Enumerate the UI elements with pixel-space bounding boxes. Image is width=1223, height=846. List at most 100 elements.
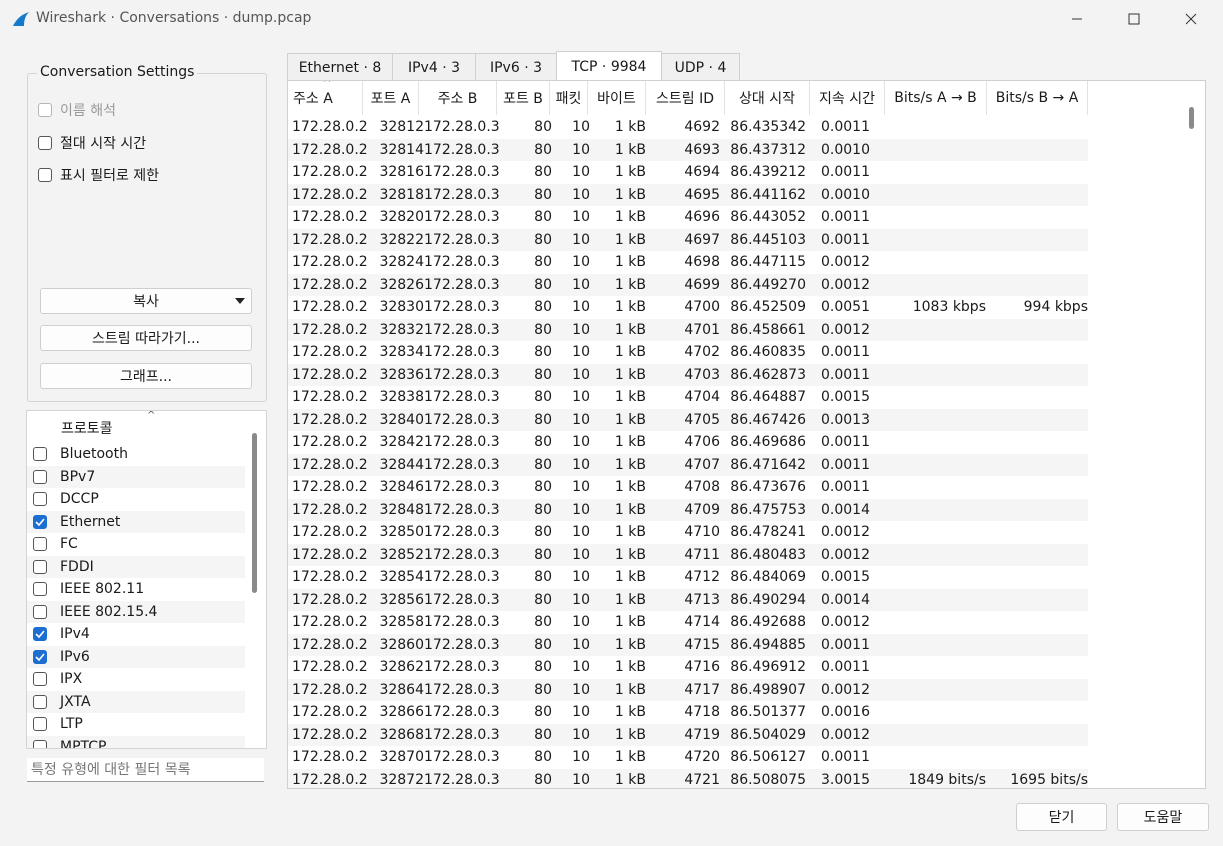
close-button[interactable]: 닫기 [1016, 803, 1107, 831]
checkbox-box[interactable] [38, 168, 52, 182]
unchecked-checkbox[interactable] [33, 672, 47, 686]
limit-display-filter-checkbox[interactable]: 표시 필터로 제한 [38, 165, 159, 185]
column-header[interactable]: 바이트 [588, 81, 646, 115]
protocol-item[interactable]: LTP [27, 713, 245, 735]
unchecked-checkbox[interactable] [33, 447, 47, 461]
checked-checkbox[interactable] [33, 649, 47, 664]
tcp-conversation-table[interactable]: ^ 주소 A 포트 A 주소 B 포트 B 패킷 바이트 스트림 ID 상대 시작 지속 시간 Bi… [287, 80, 1206, 789]
table-row[interactable]: 172.28.0.2 32826 172.28.0.3 80 10 1 kB 4699 86.… [288, 273, 1088, 296]
checkbox-box[interactable] [38, 136, 52, 150]
column-header[interactable]: ^ 주소 A [288, 81, 363, 115]
protocol-column-header[interactable]: ^ 프로토콜 [27, 411, 245, 441]
checked-checkbox[interactable] [33, 514, 47, 529]
column-header[interactable]: 상대 시작 [725, 81, 810, 115]
minimize-button[interactable] [1051, 0, 1103, 38]
table-row[interactable]: 172.28.0.2 32836 172.28.0.3 80 10 1 kB 4703 86.… [288, 363, 1088, 386]
protocol-item[interactable]: IPv6 [27, 645, 245, 668]
protocol-item[interactable]: JXTA [27, 690, 245, 713]
table-row[interactable]: 172.28.0.2 32852 172.28.0.3 80 10 1 kB 4711 86.… [288, 543, 1088, 566]
table-row[interactable]: 172.28.0.2 32868 172.28.0.3 80 10 1 kB 4719 86.… [288, 723, 1088, 746]
protocol-item[interactable]: Bluetooth [27, 443, 245, 465]
table-row[interactable]: 172.28.0.2 32854 172.28.0.3 80 10 1 kB 4712 86.… [288, 566, 1088, 588]
table-cell: 1 kB [614, 276, 646, 293]
table-row[interactable]: 172.28.0.2 32846 172.28.0.3 80 10 1 kB 4708 86.… [288, 476, 1088, 498]
table-row[interactable]: 172.28.0.2 32830 172.28.0.3 80 10 1 kB 4700 86.… [288, 296, 1088, 318]
table-row[interactable]: 172.28.0.2 32838 172.28.0.3 80 10 1 kB 4704 86.… [288, 386, 1088, 408]
table-row[interactable]: 172.28.0.2 32840 172.28.0.3 80 10 1 kB 4705 86.… [288, 408, 1088, 431]
protocol-item[interactable]: IEEE 802.11 [27, 578, 245, 600]
table-row[interactable]: 172.28.0.2 32862 172.28.0.3 80 10 1 kB 4716 86.… [288, 656, 1088, 678]
table-row[interactable]: 172.28.0.2 32860 172.28.0.3 80 10 1 kB 4715 86.… [288, 633, 1088, 656]
name-resolution-checkbox[interactable]: 이름 해석 [38, 100, 116, 120]
table-row[interactable]: 172.28.0.2 32834 172.28.0.3 80 10 1 kB 4702 86.… [288, 341, 1088, 363]
column-header[interactable]: 주소 B [419, 81, 497, 115]
copy-button[interactable]: 복사 [40, 288, 252, 314]
tab-udp[interactable]: UDP · 4 [661, 53, 740, 81]
table-row[interactable]: 172.28.0.2 32864 172.28.0.3 80 10 1 kB 4717 86.… [288, 678, 1088, 701]
column-header[interactable]: 지속 시간 [810, 81, 885, 115]
protocol-item[interactable]: MPTCP [27, 735, 245, 748]
table-cell [870, 229, 986, 251]
table-row[interactable]: 172.28.0.2 32850 172.28.0.3 80 10 1 kB 4710 86.… [288, 521, 1088, 543]
table-row[interactable]: 172.28.0.2 32814 172.28.0.3 80 10 1 kB 4693 86.… [288, 138, 1088, 161]
table-cell: 172.28.0.3 [424, 749, 500, 765]
protocol-item[interactable]: IEEE 802.15.4 [27, 600, 245, 623]
absolute-start-time-checkbox[interactable]: 절대 시작 시간 [38, 133, 146, 153]
column-header[interactable]: 포트 B [497, 81, 550, 115]
column-header[interactable]: 패킷 [550, 81, 588, 115]
table-cell: 10 [572, 389, 590, 405]
unchecked-checkbox[interactable] [33, 537, 47, 551]
table-row[interactable]: 172.28.0.2 32848 172.28.0.3 80 10 1 kB 4709 86.… [288, 498, 1088, 521]
table-scrollbar[interactable] [1189, 107, 1194, 129]
table-row[interactable]: 172.28.0.2 32816 172.28.0.3 80 10 1 kB 4694 86.… [288, 161, 1088, 183]
tab-tcp[interactable]: TCP · 9984 [556, 51, 662, 81]
unchecked-checkbox[interactable] [33, 604, 47, 619]
table-row[interactable]: 172.28.0.2 32856 172.28.0.3 80 10 1 kB 4713 86.… [288, 588, 1088, 611]
table-cell: 1083 kbps [912, 299, 986, 315]
unchecked-checkbox[interactable] [33, 582, 47, 596]
unchecked-checkbox[interactable] [33, 717, 47, 731]
table-row[interactable]: 172.28.0.2 32812 172.28.0.3 80 10 1 kB 4692 86.… [288, 116, 1088, 138]
protocol-item[interactable]: IPv4 [27, 623, 245, 645]
table-row[interactable]: 172.28.0.2 32872 172.28.0.3 80 10 1 kB 4721 86.… [288, 768, 1088, 788]
follow-stream-button[interactable]: 스트림 따라가기... [40, 325, 252, 351]
protocol-list[interactable]: ^ 프로토콜 Bluetooth BPv7 DCCP Ethernet FC FDDI IE… [26, 410, 267, 749]
checked-checkbox[interactable] [33, 627, 47, 641]
table-row[interactable]: 172.28.0.2 32820 172.28.0.3 80 10 1 kB 4696 86.… [288, 206, 1088, 228]
protocol-item[interactable]: BPv7 [27, 465, 245, 488]
table-row[interactable]: 172.28.0.2 32822 172.28.0.3 80 10 1 kB 4697 86.… [288, 228, 1088, 251]
tab-ipv6[interactable]: IPv6 · 3 [475, 53, 557, 81]
table-row[interactable]: 172.28.0.2 32844 172.28.0.3 80 10 1 kB 4707 86.… [288, 453, 1088, 476]
help-button[interactable]: 도움말 [1117, 803, 1209, 831]
checkbox-box[interactable] [38, 103, 52, 117]
tab-ipv4[interactable]: IPv4 · 3 [392, 53, 476, 81]
table-row[interactable]: 172.28.0.2 32866 172.28.0.3 80 10 1 kB 4718 86.… [288, 701, 1088, 723]
protocol-list-scrollbar[interactable] [252, 433, 257, 593]
table-row[interactable]: 172.28.0.2 32824 172.28.0.3 80 10 1 kB 4698 86.… [288, 251, 1088, 273]
protocol-item[interactable]: FDDI [27, 555, 245, 578]
column-header[interactable]: 포트 A [363, 81, 419, 115]
table-row[interactable]: 172.28.0.2 32858 172.28.0.3 80 10 1 kB 4714 86.… [288, 611, 1088, 633]
protocol-item[interactable]: IPX [27, 668, 245, 690]
protocol-label: IPv4 [60, 626, 90, 642]
unchecked-checkbox[interactable] [33, 694, 47, 709]
unchecked-checkbox[interactable] [33, 559, 47, 574]
unchecked-checkbox[interactable] [33, 739, 47, 748]
protocol-item[interactable]: Ethernet [27, 510, 245, 533]
table-row[interactable]: 172.28.0.2 32842 172.28.0.3 80 10 1 kB 4706 86.… [288, 431, 1088, 453]
unchecked-checkbox[interactable] [33, 492, 47, 506]
column-header[interactable]: Bits/s A → B [885, 81, 987, 115]
protocol-item[interactable]: FC [27, 533, 245, 555]
table-row[interactable]: 172.28.0.2 32870 172.28.0.3 80 10 1 kB 4720 86.… [288, 746, 1088, 768]
protocol-filter-input[interactable] [27, 758, 264, 782]
column-header[interactable]: Bits/s B → A [987, 81, 1088, 115]
unchecked-checkbox[interactable] [33, 469, 47, 484]
graph-button[interactable]: 그래프... [40, 363, 252, 389]
table-row[interactable]: 172.28.0.2 32818 172.28.0.3 80 10 1 kB 4695 86.… [288, 183, 1088, 206]
tab-ethernet[interactable]: Ethernet · 8 [287, 53, 393, 81]
column-header[interactable]: 스트림 ID [646, 81, 725, 115]
protocol-item[interactable]: DCCP [27, 488, 245, 510]
close-window-button[interactable] [1165, 0, 1217, 38]
table-row[interactable]: 172.28.0.2 32832 172.28.0.3 80 10 1 kB 4701 86.… [288, 318, 1088, 341]
maximize-button[interactable] [1108, 0, 1160, 38]
